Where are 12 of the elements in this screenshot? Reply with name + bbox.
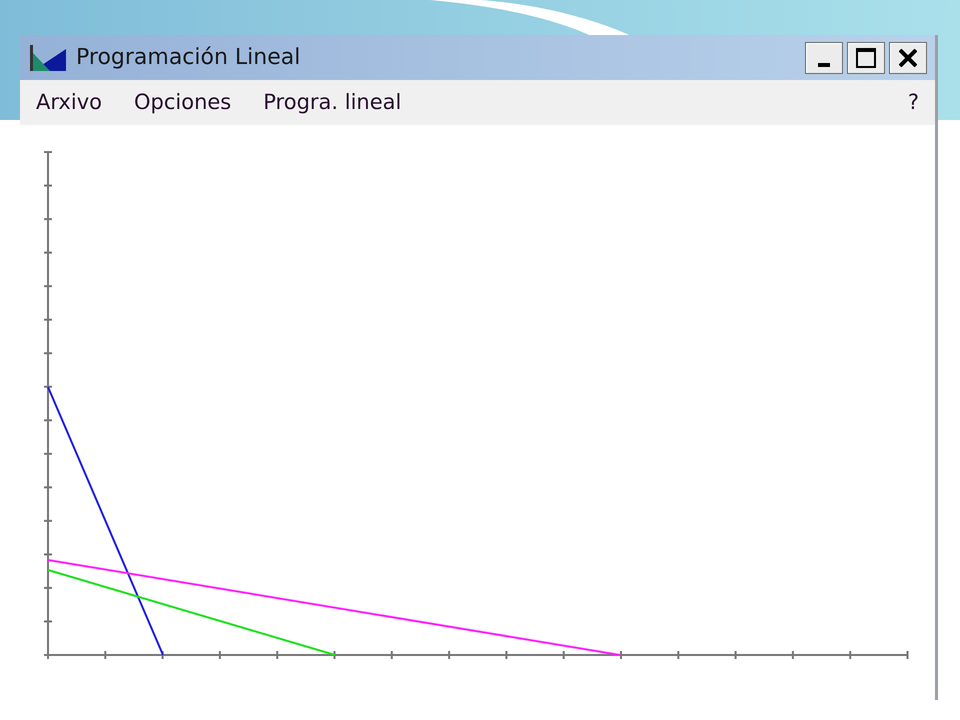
minimize-icon — [818, 62, 830, 66]
maximize-button[interactable] — [847, 42, 885, 74]
window-title: Programación Lineal — [76, 44, 302, 72]
close-icon — [899, 48, 917, 66]
app-icon — [28, 42, 68, 72]
minimize-button[interactable] — [805, 42, 843, 74]
menu-item[interactable]: Progra. lineal — [247, 86, 418, 118]
menu-item[interactable]: Opciones — [118, 86, 248, 118]
menu-item[interactable]: Arxivo — [36, 86, 118, 118]
close-button[interactable] — [889, 42, 927, 74]
help-menu[interactable]: ? — [908, 86, 919, 118]
maximize-icon — [856, 48, 876, 68]
